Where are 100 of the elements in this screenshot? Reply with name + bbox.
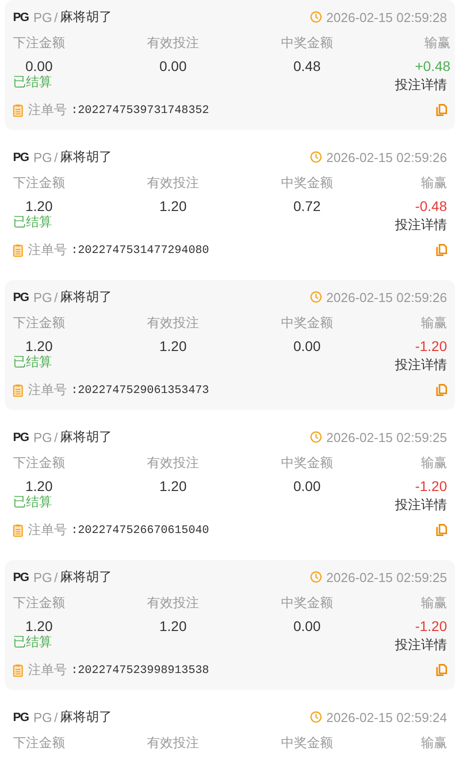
- win-loss-amount: -1.20: [415, 478, 447, 494]
- column-label: 中奖金额: [281, 734, 333, 752]
- column-label: 下注金额: [13, 314, 65, 332]
- settled-status: 已结算: [13, 353, 52, 371]
- column-label: 中奖金额: [281, 174, 333, 192]
- amount-value: 1.20: [25, 198, 53, 214]
- bet-details-link[interactable]: 投注详情: [395, 216, 447, 234]
- amount-value: 1.20: [25, 618, 53, 634]
- order-label: 注单号: [28, 521, 67, 539]
- amount-value: 1.20: [159, 198, 187, 214]
- order-label: 注单号: [28, 241, 67, 259]
- separator: /: [54, 710, 58, 724]
- game-name: 麻将胡了: [60, 428, 112, 446]
- amount-value: 0.00: [159, 58, 187, 74]
- clock-icon: [310, 711, 322, 723]
- column-label: 下注金额: [13, 734, 65, 752]
- order-label: 注单号: [28, 101, 67, 119]
- bet-time: 2026-02-15 02:59:26: [326, 150, 447, 164]
- clipboard-icon: [13, 524, 23, 536]
- column-label: 有效投注: [147, 594, 199, 612]
- clock-icon: [310, 431, 322, 443]
- column-label: 有效投注: [147, 454, 199, 472]
- bet-time: 2026-02-15 02:59:25: [326, 570, 447, 584]
- copy-icon[interactable]: [436, 664, 447, 676]
- bet-details-link[interactable]: 投注详情: [395, 636, 447, 654]
- game-name: 麻将胡了: [60, 568, 112, 586]
- provider-logo: PG: [13, 150, 28, 164]
- amount-value: 0.00: [293, 478, 321, 494]
- clipboard-icon: [13, 104, 23, 116]
- column-label: 中奖金额: [281, 314, 333, 332]
- provider-logo: PG: [13, 430, 28, 444]
- clock-icon: [310, 291, 322, 303]
- column-label: 下注金额: [13, 454, 65, 472]
- settled-status: 已结算: [13, 73, 52, 91]
- separator: /: [54, 10, 58, 24]
- game-name: 麻将胡了: [60, 288, 112, 306]
- clock-icon: [310, 11, 322, 23]
- column-label: 有效投注: [147, 734, 199, 752]
- provider-name: PG: [33, 10, 52, 24]
- clipboard-icon: [13, 664, 23, 676]
- column-label: 输赢: [421, 314, 447, 332]
- win-loss-amount: -1.20: [415, 338, 447, 354]
- game-name: 麻将胡了: [60, 148, 112, 166]
- bet-details-link[interactable]: 投注详情: [395, 76, 447, 94]
- amount-value: 0.00: [293, 618, 321, 634]
- column-label: 下注金额: [13, 174, 65, 192]
- win-loss-amount: +0.48: [415, 58, 450, 74]
- order-number: :2022747523998913538: [71, 664, 210, 676]
- column-label: 中奖金额: [281, 454, 333, 472]
- copy-icon[interactable]: [436, 104, 447, 116]
- order-number: :2022747539731748352: [71, 104, 210, 116]
- amount-value: 1.20: [25, 478, 53, 494]
- bet-time: 2026-02-15 02:59:24: [326, 710, 447, 724]
- amount-value: 0.72: [293, 198, 321, 214]
- copy-icon[interactable]: [436, 384, 447, 396]
- column-label: 输赢: [421, 174, 447, 192]
- provider-name: PG: [33, 570, 52, 584]
- clock-icon: [310, 571, 322, 583]
- bet-time: 2026-02-15 02:59:25: [326, 430, 447, 444]
- win-loss-amount: -0.48: [415, 198, 447, 214]
- separator: /: [54, 430, 58, 444]
- settled-status: 已结算: [13, 633, 52, 651]
- clock-icon: [310, 151, 322, 163]
- clipboard-icon: [13, 384, 23, 396]
- column-label: 输赢: [421, 734, 447, 752]
- amount-value: 0.00: [293, 338, 321, 354]
- amount-value: 1.20: [159, 338, 187, 354]
- bet-time: 2026-02-15 02:59:26: [326, 290, 447, 304]
- column-label: 中奖金额: [281, 34, 333, 52]
- order-label: 注单号: [28, 381, 67, 399]
- order-label: 注单号: [28, 661, 67, 679]
- provider-logo: PG: [13, 710, 28, 724]
- separator: /: [54, 290, 58, 304]
- provider-logo: PG: [13, 570, 28, 584]
- column-label: 有效投注: [147, 34, 199, 52]
- separator: /: [54, 570, 58, 584]
- bet-details-link[interactable]: 投注详情: [395, 496, 447, 514]
- copy-icon[interactable]: [436, 244, 447, 256]
- column-label: 下注金额: [13, 594, 65, 612]
- game-name: 麻将胡了: [60, 8, 112, 26]
- game-name: 麻将胡了: [60, 708, 112, 726]
- provider-name: PG: [33, 290, 52, 304]
- bet-time: 2026-02-15 02:59:28: [326, 10, 447, 24]
- order-number: :2022747526670615040: [71, 524, 210, 536]
- amount-value: 1.20: [159, 618, 187, 634]
- amount-value: 0.48: [293, 58, 321, 74]
- copy-icon[interactable]: [436, 524, 447, 536]
- separator: /: [54, 150, 58, 164]
- settled-status: 已结算: [13, 493, 52, 511]
- amount-value: 1.20: [25, 338, 53, 354]
- provider-logo: PG: [13, 290, 28, 304]
- column-label: 中奖金额: [281, 594, 333, 612]
- column-label: 输赢: [421, 454, 447, 472]
- provider-logo: PG: [13, 10, 28, 24]
- bet-details-link[interactable]: 投注详情: [395, 356, 447, 374]
- column-label: 下注金额: [13, 34, 65, 52]
- amount-value: 1.20: [159, 478, 187, 494]
- provider-name: PG: [33, 710, 52, 724]
- column-label: 有效投注: [147, 314, 199, 332]
- order-number: :2022747531477294080: [71, 244, 210, 256]
